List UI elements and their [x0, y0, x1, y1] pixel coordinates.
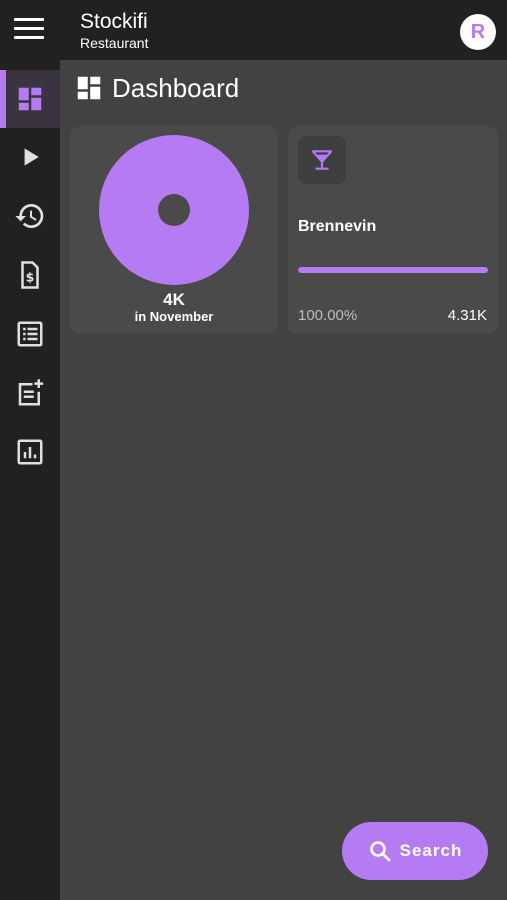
item-percent: 100.00%: [298, 307, 358, 324]
item-progress-bar: [298, 267, 488, 273]
summary-card[interactable]: 4K in November: [70, 126, 278, 334]
dashboard-icon: [18, 87, 42, 111]
bar-chart-icon: [17, 439, 43, 465]
add-note-icon: [18, 379, 44, 406]
app-name: Stockifi: [80, 10, 148, 33]
cocktail-icon: [312, 150, 332, 170]
sidebar-item-play[interactable]: [0, 128, 60, 186]
sidebar: $: [0, 60, 60, 900]
summary-period: in November: [134, 309, 214, 324]
page-title: Dashboard: [112, 72, 240, 103]
sidebar-item-add-note[interactable]: [0, 364, 60, 422]
item-progress-fill: [298, 267, 488, 273]
search-icon: [369, 841, 391, 862]
dashboard-icon: [77, 76, 101, 100]
play-icon: [24, 148, 39, 166]
sidebar-item-dashboard[interactable]: [0, 70, 60, 128]
sidebar-item-invoice[interactable]: $: [0, 246, 60, 304]
list-icon: [17, 321, 43, 347]
search-button-label: Search: [399, 841, 463, 860]
invoice-icon: $: [21, 261, 39, 289]
item-name: Brennevin: [298, 218, 377, 235]
menu-icon[interactable]: [14, 18, 46, 42]
app-subtitle: Restaurant: [80, 35, 149, 51]
sidebar-item-history[interactable]: [0, 187, 60, 245]
avatar[interactable]: R: [460, 14, 496, 50]
svg-text:$: $: [26, 269, 35, 284]
sidebar-item-reports[interactable]: [0, 423, 60, 481]
summary-value: 4K: [163, 290, 185, 309]
page-header: Dashboard: [74, 72, 239, 104]
item-value: 4.31K: [447, 307, 487, 324]
donut-hole: [158, 194, 190, 226]
sidebar-item-list[interactable]: [0, 305, 60, 363]
item-icon-chip: [298, 136, 346, 184]
donut-chart: [99, 135, 249, 285]
history-icon: [15, 204, 44, 228]
item-card[interactable]: Brennevin 100.00% 4.31K: [288, 126, 498, 334]
top-app-bar: Stockifi Restaurant R: [0, 0, 507, 60]
search-button[interactable]: Search: [342, 822, 488, 880]
